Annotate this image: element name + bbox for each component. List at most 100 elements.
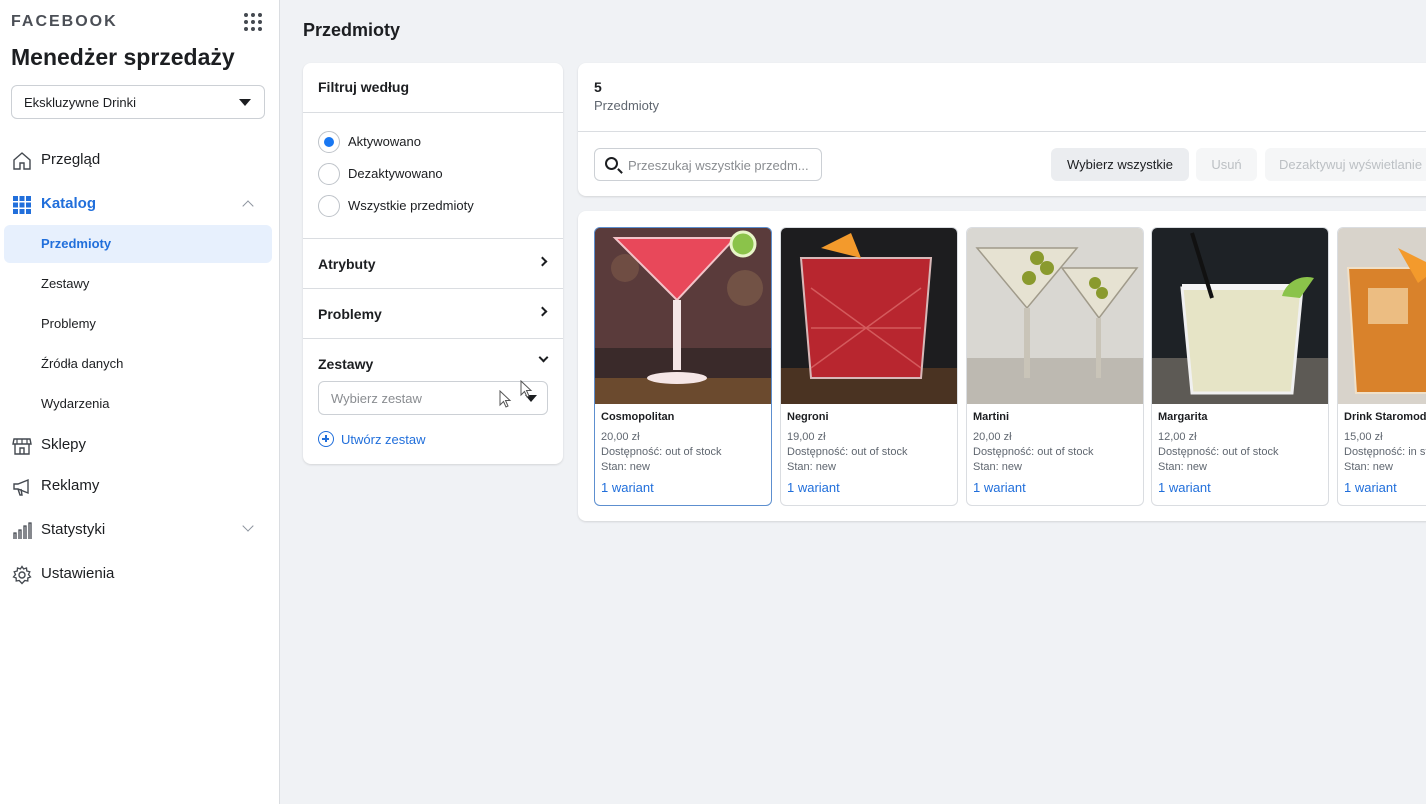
product-image bbox=[1152, 228, 1328, 404]
select-all-button[interactable]: Wybierz wszystkie bbox=[1051, 148, 1189, 181]
product-price: 15,00 zł bbox=[1344, 431, 1383, 443]
radio-button[interactable] bbox=[318, 195, 340, 217]
product-condition: Stan: new bbox=[973, 461, 1022, 473]
product-image bbox=[967, 228, 1143, 404]
chevron-down-icon bbox=[538, 352, 549, 363]
radio-all-items[interactable]: Wszystkie przedmioty bbox=[318, 195, 548, 217]
sidebar: FACEBOOK Menedżer sprzedaży Ekskluzywne … bbox=[0, 0, 280, 804]
nav-item-shops[interactable]: Sklepy bbox=[4, 426, 272, 464]
radio-label: Wszystkie przedmioty bbox=[348, 198, 474, 213]
product-card[interactable]: Cosmopolitan 20,00 zł Dostępność: out of… bbox=[594, 227, 772, 506]
delete-button[interactable]: Usuń bbox=[1196, 148, 1257, 181]
product-price: 20,00 zł bbox=[973, 431, 1012, 443]
section-attributes[interactable]: Atrybuty bbox=[303, 239, 563, 283]
product-name: Cosmopolitan bbox=[601, 411, 675, 423]
product-image bbox=[595, 228, 771, 404]
sidebar-item-label: Problemy bbox=[41, 316, 96, 331]
sidebar-item-events[interactable]: Wydarzenia bbox=[4, 385, 272, 423]
set-select[interactable]: Wybierz zestaw bbox=[318, 381, 548, 415]
divider bbox=[303, 112, 563, 113]
radio-button[interactable] bbox=[318, 163, 340, 185]
product-variants-link[interactable]: 1 wariant bbox=[601, 480, 654, 495]
nav-label: Sklepy bbox=[41, 436, 87, 453]
product-variants-link[interactable]: 1 wariant bbox=[787, 480, 840, 495]
nav-label: Katalog bbox=[41, 195, 97, 212]
catalog-grid-icon bbox=[13, 196, 31, 214]
brand-logo: FACEBOOK bbox=[11, 13, 118, 30]
home-icon bbox=[13, 152, 31, 170]
section-problems[interactable]: Problemy bbox=[303, 289, 563, 333]
items-count: 5 bbox=[594, 79, 602, 95]
product-card[interactable]: Negroni 19,00 zł Dostępność: out of stoc… bbox=[780, 227, 958, 506]
sidebar-item-data-sources[interactable]: Źródła danych bbox=[4, 345, 272, 383]
product-price: 20,00 zł bbox=[601, 431, 640, 443]
sidebar-item-sets[interactable]: Zestawy bbox=[4, 265, 272, 303]
nav-item-statistics[interactable]: Statystyki bbox=[4, 511, 272, 549]
product-availability: Dostępność: out of stock bbox=[601, 446, 722, 458]
product-card[interactable]: Margarita 12,00 zł Dostępność: out of st… bbox=[1151, 227, 1329, 506]
product-name: Negroni bbox=[787, 411, 829, 423]
product-condition: Stan: new bbox=[1344, 461, 1393, 473]
megaphone-icon bbox=[13, 478, 29, 496]
deactivate-display-button[interactable]: Dezaktywuj wyświetlanie bbox=[1265, 148, 1426, 181]
sidebar-item-label: Zestawy bbox=[41, 276, 90, 291]
gear-icon bbox=[12, 565, 32, 585]
chevron-up-icon bbox=[242, 200, 254, 212]
product-condition: Stan: new bbox=[1158, 461, 1207, 473]
filter-panel: Filtruj według Aktywowano Dezaktywowano … bbox=[303, 63, 563, 464]
product-name: Margarita bbox=[1158, 411, 1208, 423]
sidebar-item-problems[interactable]: Problemy bbox=[4, 305, 272, 343]
mouse-cursor-icon bbox=[499, 390, 512, 408]
radio-deactivated[interactable]: Dezaktywowano bbox=[318, 163, 548, 185]
product-price: 19,00 zł bbox=[787, 431, 826, 443]
sidebar-item-label: Źródła danych bbox=[41, 356, 124, 371]
sidebar-item-items[interactable]: Przedmioty bbox=[4, 225, 272, 263]
product-variants-link[interactable]: 1 wariant bbox=[1158, 480, 1211, 495]
radio-activated[interactable]: Aktywowano bbox=[318, 131, 548, 153]
product-variants-link[interactable]: 1 wariant bbox=[1344, 480, 1397, 495]
items-header-panel: 5 Przedmioty Przeszukaj wszystkie przedm… bbox=[578, 63, 1426, 196]
product-name: Drink Staromodny bbox=[1344, 411, 1426, 423]
nav-label: Statystyki bbox=[41, 521, 106, 538]
account-select-value: Ekskluzywne Drinki bbox=[24, 95, 136, 110]
section-sets[interactable]: Zestawy bbox=[303, 339, 563, 383]
create-set-label: Utwórz zestaw bbox=[341, 432, 426, 447]
product-grid: Cosmopolitan 20,00 zł Dostępność: out of… bbox=[578, 211, 1426, 521]
nav-item-overview[interactable]: Przegląd bbox=[4, 141, 272, 179]
search-input[interactable]: Przeszukaj wszystkie przedm... bbox=[594, 148, 822, 181]
chevron-down-icon bbox=[242, 520, 254, 532]
sidebar-item-label: Przedmioty bbox=[41, 236, 112, 251]
app-title: Menedżer sprzedaży bbox=[11, 44, 235, 70]
nav-label: Ustawienia bbox=[41, 565, 115, 582]
chevron-right-icon bbox=[537, 256, 548, 267]
product-card[interactable]: Drink Staromodny 15,00 zł Dostępność: in… bbox=[1337, 227, 1426, 506]
nav-label: Reklamy bbox=[41, 477, 100, 494]
product-name: Martini bbox=[973, 411, 1010, 423]
filter-header: Filtruj według bbox=[318, 79, 409, 95]
caret-down-icon bbox=[239, 99, 251, 106]
set-select-placeholder: Wybierz zestaw bbox=[331, 391, 422, 406]
divider bbox=[578, 131, 1426, 132]
product-card[interactable]: Martini 20,00 zł Dostępność: out of stoc… bbox=[966, 227, 1144, 506]
section-label: Zestawy bbox=[318, 356, 374, 372]
mouse-cursor-icon bbox=[520, 380, 533, 398]
shop-icon bbox=[12, 438, 32, 455]
product-variants-link[interactable]: 1 wariant bbox=[973, 480, 1026, 495]
account-select[interactable]: Ekskluzywne Drinki bbox=[11, 85, 265, 119]
nav-item-catalog[interactable]: Katalog bbox=[4, 185, 272, 223]
page-title: Przedmioty bbox=[303, 20, 401, 40]
nav-item-ads[interactable]: Reklamy bbox=[4, 467, 272, 505]
section-label: Problemy bbox=[318, 306, 382, 322]
radio-button[interactable] bbox=[318, 131, 340, 153]
product-availability: Dostępność: out of stock bbox=[787, 446, 908, 458]
sidebar-item-label: Wydarzenia bbox=[41, 396, 110, 411]
create-set-link[interactable]: Utwórz zestaw bbox=[318, 431, 458, 451]
radio-label: Aktywowano bbox=[348, 134, 421, 149]
plus-circle-icon bbox=[318, 431, 334, 447]
product-availability: Dostępność: out of stock bbox=[1158, 446, 1279, 458]
bar-chart-icon bbox=[13, 522, 32, 539]
nav-item-settings[interactable]: Ustawienia bbox=[4, 555, 272, 593]
product-availability: Dostępność: in stock bbox=[1344, 446, 1426, 458]
search-icon bbox=[605, 157, 618, 170]
apps-grid-icon[interactable] bbox=[244, 13, 262, 31]
